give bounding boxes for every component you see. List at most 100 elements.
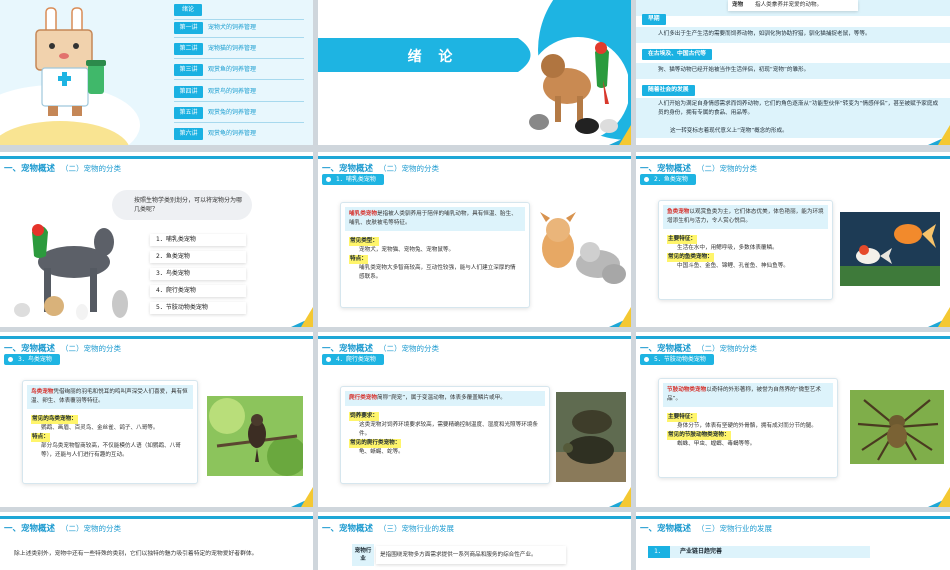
slide-header: 一、宠物概述 （二）宠物的分类: [636, 156, 950, 176]
definition: 凭借绚丽的羽毛和悦耳的鸣叫声深受人们喜爱，具有恒温、卵生、体表覆羽等特征。: [31, 389, 188, 404]
header-sub: （二）宠物的分类: [697, 344, 758, 353]
question-bubble: 按照生物学类别划分，可以将宠物分为哪几类呢？: [112, 190, 252, 220]
toc-head[interactable]: 绪论: [174, 4, 313, 16]
header-bar: [318, 156, 631, 159]
header-main: 一、宠物概述: [4, 524, 56, 534]
decor-corner: [609, 123, 631, 145]
category-item[interactable]: 5．节肢动物类宠物: [150, 302, 246, 314]
toc-num: 第二讲: [174, 43, 203, 55]
requirement-head: 饲养要求：: [349, 412, 379, 421]
toc-label: 观赏龟的饲养管理: [208, 130, 257, 137]
toc-item-1[interactable]: 第一讲 宠物犬的饲养管理: [174, 22, 313, 34]
feature-text: 生活在水中，用鳃呼吸，多数体表覆鳞。: [677, 245, 778, 251]
toc-item-6[interactable]: 第六讲 观赏龟的饲养管理: [174, 128, 313, 140]
requirement-text: 这类宠物对饲养环境要求较高，需要精确控制温度、湿度和光照等环境条件。: [359, 422, 539, 437]
toc-label: 观赏鱼的饲养管理: [208, 66, 257, 73]
category-tag: 2．鱼类宠物: [640, 174, 696, 185]
definition-term: 宠物: [732, 2, 744, 8]
industry-label: 宠物行业: [352, 544, 374, 566]
slide-3-history[interactable]: 宠物 指人类豢养并宠爱的动物。 早期 人们多出于生产生活的需要而饲养动物，如驯化…: [636, 0, 950, 145]
term: 鸟类宠物: [31, 389, 54, 395]
header-title: 一、宠物概述 （二）宠物的分类: [4, 522, 121, 534]
toc-num: 第一讲: [174, 22, 203, 34]
point-number: 1．: [648, 546, 670, 558]
section-text-ancient: 狗、猫等动物已经开始被当作生活伴侣，初现“宠物”的雏形。: [658, 67, 810, 73]
header-sub: （二）宠物的分类: [61, 164, 122, 173]
header-title: 一、宠物概述 （二）宠物的分类: [4, 162, 121, 174]
header-main: 一、宠物概述: [322, 164, 374, 174]
header-bar: [0, 156, 313, 159]
header-bar: [636, 156, 950, 159]
toc-item-4[interactable]: 第四讲 观赏鸟的饲养管理: [174, 86, 313, 98]
section-text-modern-2: 这一转变标志着现代意义上“宠物”概念的形成。: [670, 128, 788, 134]
header-title: 一、宠物概述 （二）宠物的分类: [4, 342, 121, 354]
slide-7-bird[interactable]: 一、宠物概述 （二）宠物的分类 3．鸟类宠物 鸟类宠物凭借绚丽的羽毛和悦耳的鸣叫声…: [0, 332, 313, 507]
category-tag: 1．哺乳类宠物: [322, 174, 384, 185]
types-head: 常见的爬行类宠物：: [349, 439, 402, 448]
toc-num: 第三讲: [174, 64, 203, 76]
types-head: 常见的鸟类宠物：: [31, 415, 78, 424]
header-bar: [0, 516, 313, 519]
slide-header: 一、宠物概述 （二）宠物的分类: [318, 336, 631, 356]
slide-header: 一、宠物概述 （二）宠物的分类: [0, 516, 313, 536]
category-tag: 4．爬行类宠物: [322, 354, 384, 365]
header-bar: [636, 336, 950, 339]
header-title: 一、宠物概述 （二）宠物的分类: [322, 342, 439, 354]
toc-divider: [174, 101, 304, 102]
slide-12-industry-chain[interactable]: 一、宠物概述 （三）宠物行业的发展 1． 产业链日趋完善: [636, 512, 950, 570]
slide-header: 一、宠物概述 （二）宠物的分类: [318, 156, 631, 176]
definition-text: 指人类豢养并宠爱的动物。: [754, 2, 823, 8]
section-head-early: 早期: [642, 14, 666, 25]
toc-divider: [174, 79, 304, 80]
slide-1-toc[interactable]: 绪论 第一讲 宠物犬的饲养管理 第二讲 宠物猫的饲养管理 第三讲 观赏鱼的饲养管理 第…: [0, 0, 313, 145]
category-tag: 5．节肢动物类宠物: [640, 354, 714, 365]
toc-head-label: 绪论: [174, 4, 202, 16]
slide-2-intro[interactable]: 绪 论: [318, 0, 631, 145]
types-text: 中国斗鱼、金鱼、锦鲤、孔雀鱼、神仙鱼等。: [677, 263, 789, 269]
header-sub: （三）宠物行业的发展: [379, 524, 455, 533]
toc-item-3[interactable]: 第三讲 观赏鱼的饲养管理: [174, 64, 313, 76]
slide-5-mammal[interactable]: 一、宠物概述 （二）宠物的分类 1．哺乳类宠物 哺乳类宠物是指被人类驯养用于陪伴的…: [318, 152, 631, 327]
decor-corner: [609, 485, 631, 507]
slide-8-reptile[interactable]: 一、宠物概述 （二）宠物的分类 4．爬行类宠物 爬行类宠物简称“爬宠”，属于变温动…: [318, 332, 631, 507]
point-text: 产业链日趋完善: [670, 546, 870, 558]
types-head: 常见的节肢动物类宠物：: [667, 431, 731, 440]
toc-item-2[interactable]: 第二讲 宠物猫的饲养管理: [174, 43, 313, 55]
term: 哺乳类宠物: [349, 211, 377, 217]
slide-header: 一、宠物概述 （二）宠物的分类: [0, 336, 313, 356]
slide-4-classify[interactable]: 一、宠物概述 （二）宠物的分类 按照生物学类别划分，可以将宠物分为哪几类呢？ 1．…: [0, 152, 313, 327]
slide-10-other[interactable]: 一、宠物概述 （二）宠物的分类 除上述类别外，宠物中还有一些特殊的类别，它们以独特…: [0, 512, 313, 570]
header-main: 一、宠物概述: [640, 344, 692, 354]
toc-item-5[interactable]: 第五讲 观赏兔的饲养管理: [174, 107, 313, 119]
slide-9-arthropod[interactable]: 一、宠物概述 （二）宠物的分类 5．节肢动物类宠物 节肢动物类宠物以奇特的外形著称…: [636, 332, 950, 507]
header-sub: （二）宠物的分类: [379, 164, 440, 173]
definition-row: 哺乳类宠物是指被人类驯养用于陪伴的哺乳动物，具有恒温、胎生、哺乳、皮肤被毛等特征…: [345, 207, 525, 231]
header-title: 一、宠物概述 （二）宠物的分类: [640, 342, 757, 354]
feature-text: 身体分节，体表有坚硬的外骨骼，拥有成对而分节的腿。: [677, 423, 817, 429]
term: 鱼类宠物: [667, 209, 690, 215]
category-item[interactable]: 1．哺乳类宠物: [150, 234, 246, 246]
rabbit-doctor-mascot: [35, 7, 106, 116]
decor-corner: [609, 305, 631, 327]
toc-num: 第五讲: [174, 107, 203, 119]
toc-label: 宠物犬的饲养管理: [208, 24, 257, 31]
header-bar: [0, 336, 313, 339]
category-item[interactable]: 2．鱼类宠物: [150, 251, 246, 263]
bird-image: [207, 396, 303, 476]
header-main: 一、宠物概述: [640, 524, 692, 534]
term: 节肢动物类宠物: [667, 387, 707, 393]
slide-11-industry[interactable]: 一、宠物概述 （三）宠物行业的发展 宠物行业 是指围绕宠物多方面需求提供一系列商品…: [318, 512, 631, 570]
section-head-ancient: 在古埃及、中国古代等: [642, 49, 712, 60]
feature-head: 主要特征：: [667, 235, 697, 244]
decor-corner: [928, 485, 950, 507]
feature-head: 特点：: [31, 433, 50, 442]
category-item[interactable]: 4．爬行类宠物: [150, 285, 246, 297]
slide-header: 一、宠物概述 （三）宠物行业的发展: [318, 516, 631, 536]
slide-6-fish[interactable]: 一、宠物概述 （二）宠物的分类 2．鱼类宠物 鱼类宠物以观赏鱼类为主，它们体态优美…: [636, 152, 950, 327]
decor-corner: [291, 485, 313, 507]
header-sub: （二）宠物的分类: [61, 344, 122, 353]
types-head: 常见的鱼类宠物：: [667, 253, 714, 262]
definition-row: 节肢动物类宠物以奇特的外形著称，被誉为自然界的“微型艺术品”。: [663, 383, 833, 407]
arthropod-card: 节肢动物类宠物以奇特的外形著称，被誉为自然界的“微型艺术品”。 主要特征： 身体…: [658, 378, 838, 478]
category-item[interactable]: 3．鸟类宠物: [150, 268, 246, 280]
